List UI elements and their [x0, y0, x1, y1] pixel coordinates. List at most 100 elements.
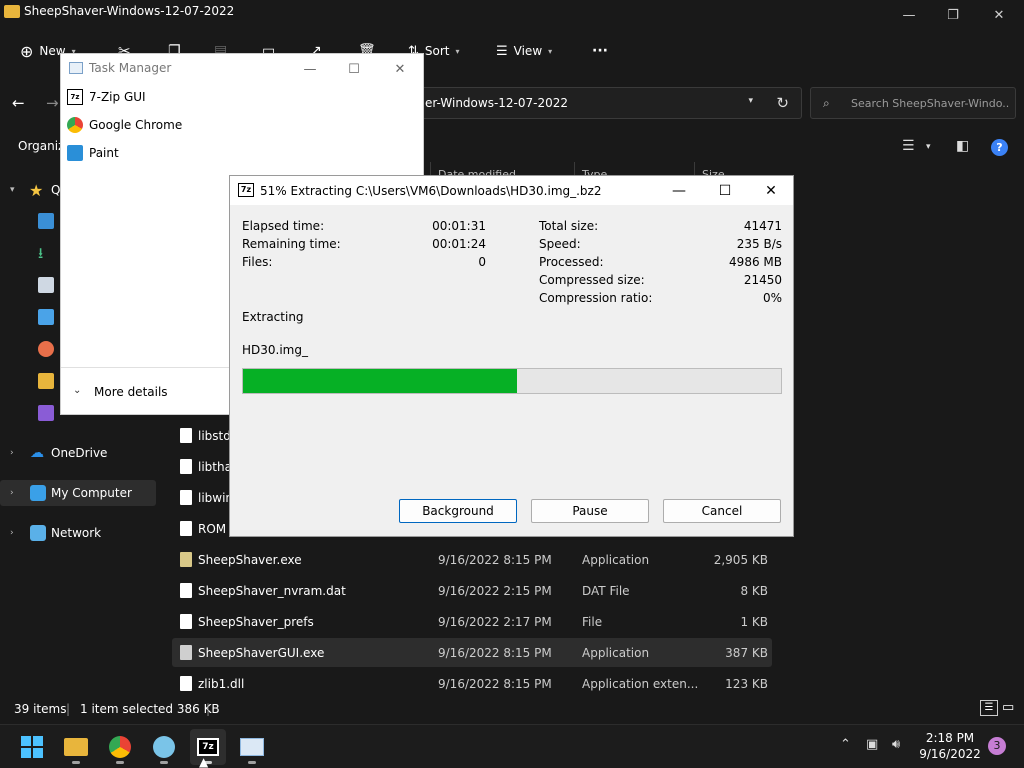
organize-label[interactable]: Organiz: [18, 139, 64, 153]
nav-item-onedrive[interactable]: › ☁ OneDrive: [0, 440, 156, 466]
volume-icon[interactable]: 🔊︎: [892, 737, 900, 752]
chevron-right-icon[interactable]: ›: [10, 528, 14, 538]
divider: |: [206, 702, 211, 716]
running-indicator: [116, 761, 124, 764]
notification-badge[interactable]: 3: [988, 737, 1006, 755]
nav-label-onedrive: OneDrive: [51, 446, 108, 460]
7zip-icon: 7z: [197, 738, 219, 756]
search-input[interactable]: Search SheepShaver-Windo...: [851, 97, 1009, 110]
total-size-label: Total size:: [539, 219, 599, 233]
file-date: 9/16/2022 8:15 PM: [438, 553, 552, 567]
chevron-down-icon[interactable]: ▾: [10, 185, 15, 195]
minimize-button[interactable]: —: [287, 56, 333, 82]
details-view-icon[interactable]: ☰: [902, 138, 915, 154]
chrome-icon: [109, 736, 131, 758]
cancel-button[interactable]: Cancel: [663, 499, 781, 523]
maximize-button[interactable]: ☐: [702, 176, 748, 205]
forward-arrow-icon[interactable]: →: [46, 94, 59, 112]
paint-icon: [67, 145, 83, 161]
file-date: 9/16/2022 8:15 PM: [438, 646, 552, 660]
taskbar-paint[interactable]: [146, 729, 182, 765]
preview-pane-icon[interactable]: ◧: [956, 138, 969, 154]
chevron-up-icon[interactable]: ⌃: [840, 737, 851, 752]
file-name: zlib1.dll: [198, 677, 245, 691]
network-tray-icon[interactable]: ▣: [866, 737, 878, 752]
details-view-toggle-icon[interactable]: ☰: [980, 700, 998, 716]
help-icon[interactable]: ?: [991, 139, 1008, 156]
chevron-right-icon[interactable]: ›: [10, 448, 14, 458]
table-row[interactable]: SheepShaverGUI.exe 9/16/2022 8:15 PM App…: [172, 638, 772, 667]
tiles-view-toggle-icon[interactable]: ▭: [1002, 700, 1014, 715]
chevron-right-icon[interactable]: ›: [10, 488, 14, 498]
nav-label-network: Network: [51, 526, 102, 540]
folder-icon[interactable]: [38, 373, 54, 389]
back-arrow-icon[interactable]: ←: [12, 94, 25, 112]
app-item-paint[interactable]: Paint: [67, 140, 367, 166]
maximize-button[interactable]: ☐: [331, 56, 377, 82]
file-date: 9/16/2022 2:17 PM: [438, 615, 552, 629]
file-icon: [180, 614, 192, 629]
taskbar-task-manager[interactable]: [234, 729, 270, 765]
refresh-icon[interactable]: ↻: [776, 94, 789, 112]
close-button[interactable]: ✕: [748, 176, 794, 205]
address-bar[interactable]: er-Windows-12-07-2022 ▾ ↻: [388, 87, 802, 119]
music-icon[interactable]: [38, 341, 54, 357]
minimize-button[interactable]: —: [886, 0, 932, 30]
minimize-button[interactable]: —: [656, 176, 702, 205]
cloud-icon: ☁: [30, 445, 44, 461]
operation-status: Extracting: [242, 310, 304, 324]
videos-icon[interactable]: [38, 405, 54, 421]
taskbar-chrome[interactable]: [102, 729, 138, 765]
start-button[interactable]: [14, 729, 50, 765]
file-type: DAT File: [582, 584, 630, 598]
file-name: ROM: [198, 522, 227, 536]
compressed-size-value: 21450: [743, 273, 782, 287]
chevron-down-icon[interactable]: ▾: [926, 142, 931, 152]
view-button[interactable]: ☰ View ▾: [496, 40, 552, 62]
task-manager-icon: [240, 738, 264, 756]
application-icon: [180, 552, 192, 567]
nav-item-my-computer[interactable]: › My Computer: [0, 480, 156, 506]
7zip-progress-dialog: 7z 51% Extracting C:\Users\VM6\Downloads…: [229, 175, 794, 537]
table-row[interactable]: SheepShaver_nvram.dat 9/16/2022 2:15 PM …: [172, 576, 772, 605]
nav-item-network[interactable]: › Network: [0, 520, 156, 546]
documents-icon[interactable]: [38, 277, 54, 293]
app-item-chrome[interactable]: Google Chrome: [67, 112, 367, 138]
current-file-name: HD30.img_: [242, 343, 308, 357]
desktop-icon[interactable]: [38, 213, 54, 229]
pictures-icon[interactable]: [38, 309, 54, 325]
background-button[interactable]: Background: [399, 499, 517, 523]
download-icon[interactable]: ⭳: [38, 243, 43, 268]
address-path: er-Windows-12-07-2022: [425, 96, 569, 110]
search-box[interactable]: ⌕ Search SheepShaver-Windo...: [810, 87, 1016, 119]
divider: |: [66, 702, 71, 716]
taskbar-file-explorer[interactable]: [58, 729, 94, 765]
file-name: SheepShaver.exe: [198, 553, 302, 567]
processed-label: Processed:: [539, 255, 604, 269]
app-item-7zip[interactable]: 7z 7-Zip GUI: [67, 84, 367, 110]
table-row[interactable]: SheepShaver.exe 9/16/2022 8:15 PM Applic…: [172, 545, 772, 574]
close-button[interactable]: ✕: [976, 0, 1022, 30]
running-indicator: [160, 761, 168, 764]
more-options-button[interactable]: ···: [592, 40, 608, 62]
running-indicator: [72, 761, 80, 764]
file-type: Application: [582, 646, 650, 660]
table-row[interactable]: SheepShaver_prefs 9/16/2022 2:17 PM File…: [172, 607, 772, 636]
chevron-down-icon[interactable]: ▾: [748, 96, 753, 106]
clock[interactable]: 2:18 PM 9/16/2022: [916, 730, 984, 762]
file-size: 1 KB: [740, 615, 768, 629]
file-icon: [180, 521, 192, 536]
progress-bar: [242, 368, 782, 394]
view-icon: ☰: [496, 43, 508, 59]
close-button[interactable]: ✕: [377, 56, 423, 82]
file-type: Application exten...: [582, 677, 699, 691]
file-name: SheepShaver_prefs: [198, 615, 314, 629]
file-type: File: [582, 615, 603, 629]
maximize-button[interactable]: ❐: [930, 0, 976, 30]
speed-label: Speed:: [539, 237, 581, 251]
pause-button[interactable]: Pause: [531, 499, 649, 523]
table-row[interactable]: zlib1.dll 9/16/2022 8:15 PM Application …: [172, 669, 772, 698]
task-manager-title: Task Manager: [89, 61, 172, 75]
file-icon: [180, 459, 192, 474]
file-name: libwin: [198, 491, 234, 505]
